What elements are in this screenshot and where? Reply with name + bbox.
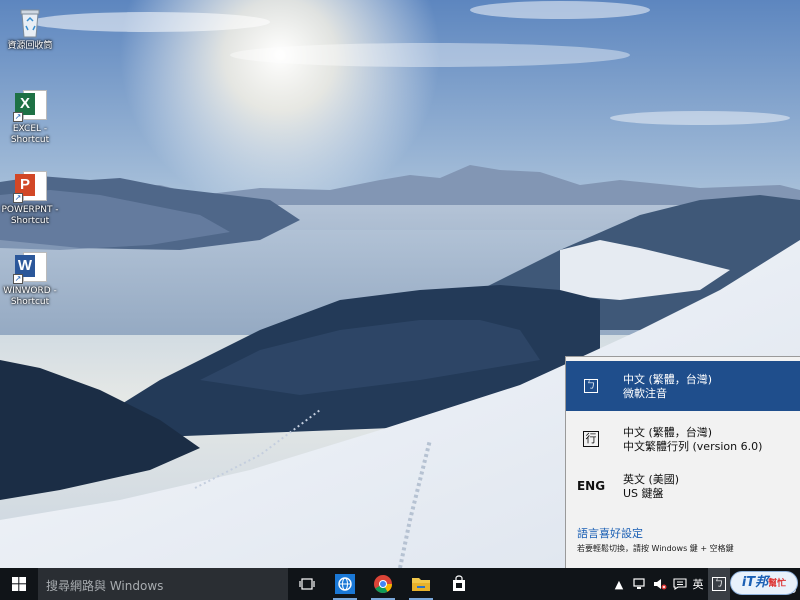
word-icon: W ↗ (13, 250, 47, 284)
chevron-up-icon: ▲ (614, 577, 624, 591)
windows-logo-icon (12, 577, 26, 591)
lang-item-bopomofo[interactable]: ㄅ 中文 (繁體，台灣) 微軟注音 (566, 361, 800, 411)
lang-name: 英文 (美國) (623, 473, 680, 486)
bopomofo-icon: ㄅ (576, 361, 606, 411)
tray-volume[interactable] (650, 568, 670, 600)
desktop-icon-label: EXCEL - Shortcut (10, 124, 50, 145)
recycle-bin-icon (13, 5, 47, 39)
desktop-icon-label: POWERPNT - Shortcut (1, 205, 59, 226)
volume-muted-icon (654, 579, 667, 590)
network-icon (633, 578, 645, 589)
language-switch-hint: 若要輕鬆切換，請按 Windows 鍵 + 空格鍵 (577, 544, 734, 553)
taskbar: 搜尋網路與 Windows ▲ 英 ㄅ (0, 568, 800, 600)
taskbar-app-chrome[interactable] (366, 568, 400, 600)
store-icon (453, 575, 465, 591)
chrome-icon (374, 575, 392, 594)
task-view-button[interactable] (290, 568, 324, 600)
input-language-flyout: ㄅ 中文 (繁體，台灣) 微軟注音 行 中文 (繁體，台灣) 中文繁體行列 (v… (565, 356, 800, 568)
ime-name: 微軟注音 (623, 387, 667, 400)
show-hidden-icons-button[interactable]: ▲ (610, 568, 628, 600)
eng-badge: ENG (576, 479, 606, 493)
desktop-icon-excel[interactable]: X ↗ EXCEL - Shortcut (0, 88, 60, 146)
lang-name: 中文 (繁體，台灣) (623, 373, 713, 386)
ime-name: US 鍵盤 (623, 487, 664, 500)
taskbar-app-file-explorer[interactable] (404, 568, 438, 600)
shortcut-arrow-icon: ↗ (13, 112, 23, 122)
ime-name: 中文繁體行列 (version 6.0) (623, 440, 763, 453)
desktop-icon-word[interactable]: W ↗ WINWORD - Shortcut (0, 250, 60, 308)
tray-ime-mode[interactable]: ㄅ (708, 568, 730, 600)
action-center-icon (673, 578, 687, 590)
watermark-text: iT邦 (741, 575, 769, 590)
search-placeholder: 搜尋網路與 Windows (46, 579, 164, 593)
ime-mode-icon: ㄅ (712, 577, 726, 591)
search-box[interactable]: 搜尋網路與 Windows (38, 568, 288, 600)
excel-icon: X ↗ (13, 88, 47, 122)
task-view-icon (299, 578, 315, 590)
ie-icon (335, 574, 355, 594)
taskbar-app-ie[interactable] (328, 568, 362, 600)
site-watermark: iT邦幫忙 (730, 571, 798, 595)
desktop-icon-recycle-bin[interactable]: 資源回收筒 (0, 5, 60, 52)
watermark-sub: 幫忙 (768, 579, 787, 589)
powerpoint-icon: P ↗ (13, 169, 47, 203)
lang-item-english[interactable]: ENG 英文 (美國) US 鍵盤 (566, 461, 800, 511)
desktop-icon-label: WINWORD - Shortcut (3, 286, 57, 307)
shortcut-arrow-icon: ↗ (13, 193, 23, 203)
tray-notifications[interactable] (670, 568, 690, 600)
array-ime-icon: 行 (576, 414, 606, 464)
language-preferences-link[interactable]: 語言喜好設定 (577, 525, 643, 541)
tray-language-indicator[interactable]: 英 (689, 568, 707, 600)
lang-item-array[interactable]: 行 中文 (繁體，台灣) 中文繁體行列 (version 6.0) (566, 414, 800, 464)
taskbar-app-store[interactable] (442, 568, 476, 600)
desktop-icon-powerpoint[interactable]: P ↗ POWERPNT - Shortcut (0, 169, 60, 227)
file-explorer-icon (412, 578, 430, 591)
shortcut-arrow-icon: ↗ (13, 274, 23, 284)
desktop-icon-label: 資源回收筒 (7, 41, 53, 51)
lang-name: 中文 (繁體，台灣) (623, 426, 713, 439)
tray-network[interactable] (629, 568, 649, 600)
start-button[interactable] (0, 568, 38, 600)
